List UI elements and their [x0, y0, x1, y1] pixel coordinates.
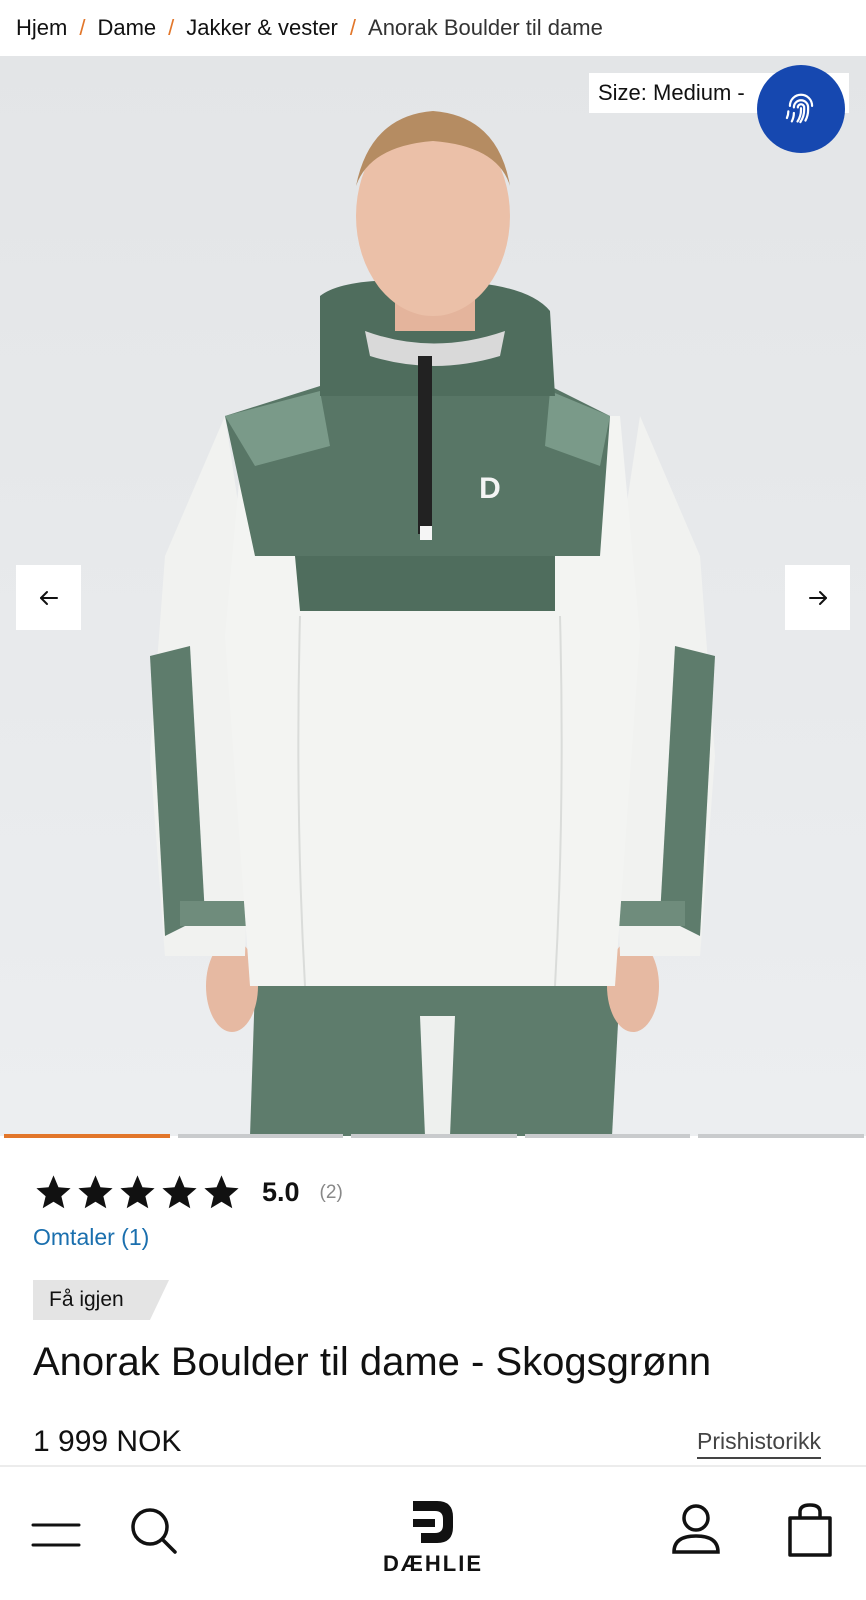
arrow-right-icon — [808, 590, 827, 605]
arrow-left-icon — [39, 590, 58, 605]
progress-segment[interactable] — [698, 1134, 864, 1138]
price-history-link[interactable]: Prishistorikk — [697, 1428, 821, 1459]
menu-button[interactable] — [28, 1507, 84, 1563]
cart-button[interactable] — [782, 1499, 838, 1561]
breadcrumb-jakker-vester[interactable]: Jakker & vester — [186, 15, 338, 41]
breadcrumb-dame[interactable]: Dame — [97, 15, 156, 41]
search-icon — [131, 1508, 177, 1554]
breadcrumb: Hjem / Dame / Jakker & vester / Anorak B… — [0, 0, 866, 56]
breadcrumb-separator: / — [168, 15, 175, 40]
fingerprint-button[interactable] — [757, 65, 845, 153]
breadcrumb-home[interactable]: Hjem — [16, 15, 67, 41]
product-price: 1 999 NOK — [33, 1425, 182, 1458]
star-icon — [36, 1175, 71, 1209]
progress-segment[interactable] — [177, 1134, 344, 1138]
shopping-bag-icon — [788, 1503, 832, 1557]
account-button[interactable] — [668, 1499, 724, 1559]
gallery-progress — [4, 1134, 864, 1139]
hamburger-menu-icon — [31, 1523, 81, 1547]
product-image-gallery[interactable]: D Size: Medium - — [0, 56, 866, 1136]
daehlie-logo-icon — [413, 1501, 453, 1543]
rating-count: (2) — [319, 1181, 343, 1203]
star-icon — [120, 1175, 155, 1209]
bottom-navigation: DÆHLIE — [0, 1465, 866, 1600]
reviews-link[interactable]: Omtaler (1) — [33, 1224, 149, 1251]
progress-segment[interactable] — [524, 1134, 691, 1138]
product-photo: D — [0, 56, 866, 1136]
brand-logo[interactable]: DÆHLIE — [370, 1487, 496, 1587]
previous-image-button[interactable] — [16, 565, 81, 630]
user-icon — [672, 1504, 720, 1554]
svg-text:D: D — [479, 472, 501, 505]
star-icon — [78, 1175, 113, 1209]
star-icon — [162, 1175, 197, 1209]
progress-segment-active[interactable] — [4, 1134, 170, 1138]
star-icon — [204, 1175, 239, 1209]
fingerprint-icon — [785, 93, 814, 124]
rating-value: 5.0 — [262, 1177, 300, 1207]
restock-badge: Få igjen — [33, 1280, 169, 1320]
product-title: Anorak Boulder til dame - Skogsgrønn — [33, 1340, 712, 1384]
search-button[interactable] — [124, 1501, 184, 1561]
breadcrumb-separator: / — [349, 15, 357, 40]
star-rating — [33, 1172, 242, 1213]
product-rating: 5.0 (2) — [33, 1172, 343, 1213]
next-image-button[interactable] — [785, 565, 850, 630]
breadcrumb-current: Anorak Boulder til dame — [368, 15, 603, 40]
progress-segment[interactable] — [351, 1134, 517, 1138]
brand-wordmark: DÆHLIE — [383, 1551, 483, 1576]
breadcrumb-separator: / — [79, 15, 86, 40]
